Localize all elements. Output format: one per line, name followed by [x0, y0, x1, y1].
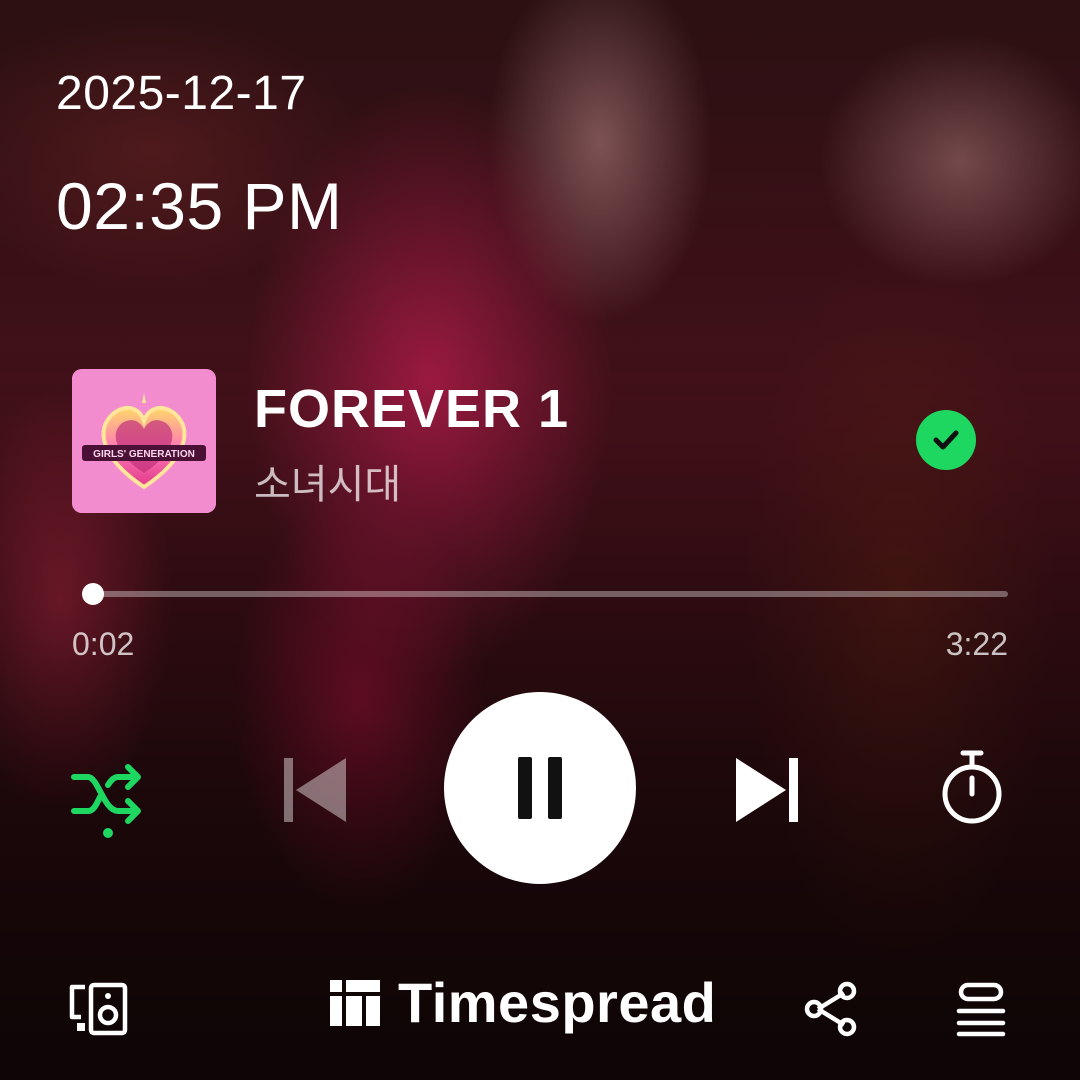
check-icon: [933, 430, 959, 450]
devices-button[interactable]: [66, 980, 132, 1038]
progress-bar[interactable]: [82, 583, 1008, 605]
elapsed-time: 0:02: [72, 626, 135, 662]
skip-next-icon: [736, 758, 798, 822]
brand-name: Timespread: [398, 971, 717, 1034]
next-button[interactable]: [728, 750, 808, 830]
track-artist[interactable]: 소녀시대: [254, 452, 401, 510]
time-label: 02:35 PM: [56, 169, 343, 243]
pause-icon: [518, 757, 562, 819]
shuffle-icon: [71, 764, 141, 824]
queue-button[interactable]: [950, 980, 1012, 1038]
album-art-graphic: GIRLS' GENERATION: [72, 369, 216, 513]
connect-device-icon: [69, 982, 128, 1036]
sleep-timer-button[interactable]: [936, 746, 1008, 830]
sleep-timer-icon: [942, 750, 1002, 824]
background-overlay: [0, 0, 1080, 1080]
album-art-text: GIRLS' GENERATION: [93, 449, 195, 460]
shuffle-active-dot: [103, 828, 113, 838]
track-title[interactable]: FOREVER 1: [254, 378, 569, 440]
share-icon: [804, 981, 857, 1037]
album-art[interactable]: GIRLS' GENERATION: [72, 369, 216, 513]
track-duration: 3:22: [945, 626, 1008, 662]
timespread-logo-icon: [330, 979, 380, 1026]
previous-button[interactable]: [274, 750, 354, 830]
date-label: 2025-12-17: [56, 67, 307, 120]
queue-icon: [956, 982, 1006, 1037]
skip-previous-icon: [284, 758, 346, 822]
pause-button[interactable]: [444, 692, 636, 884]
brand-logo: Timespread: [330, 970, 716, 1035]
saved-button[interactable]: [916, 410, 976, 470]
shuffle-button[interactable]: [66, 752, 150, 836]
share-button[interactable]: [800, 978, 862, 1040]
